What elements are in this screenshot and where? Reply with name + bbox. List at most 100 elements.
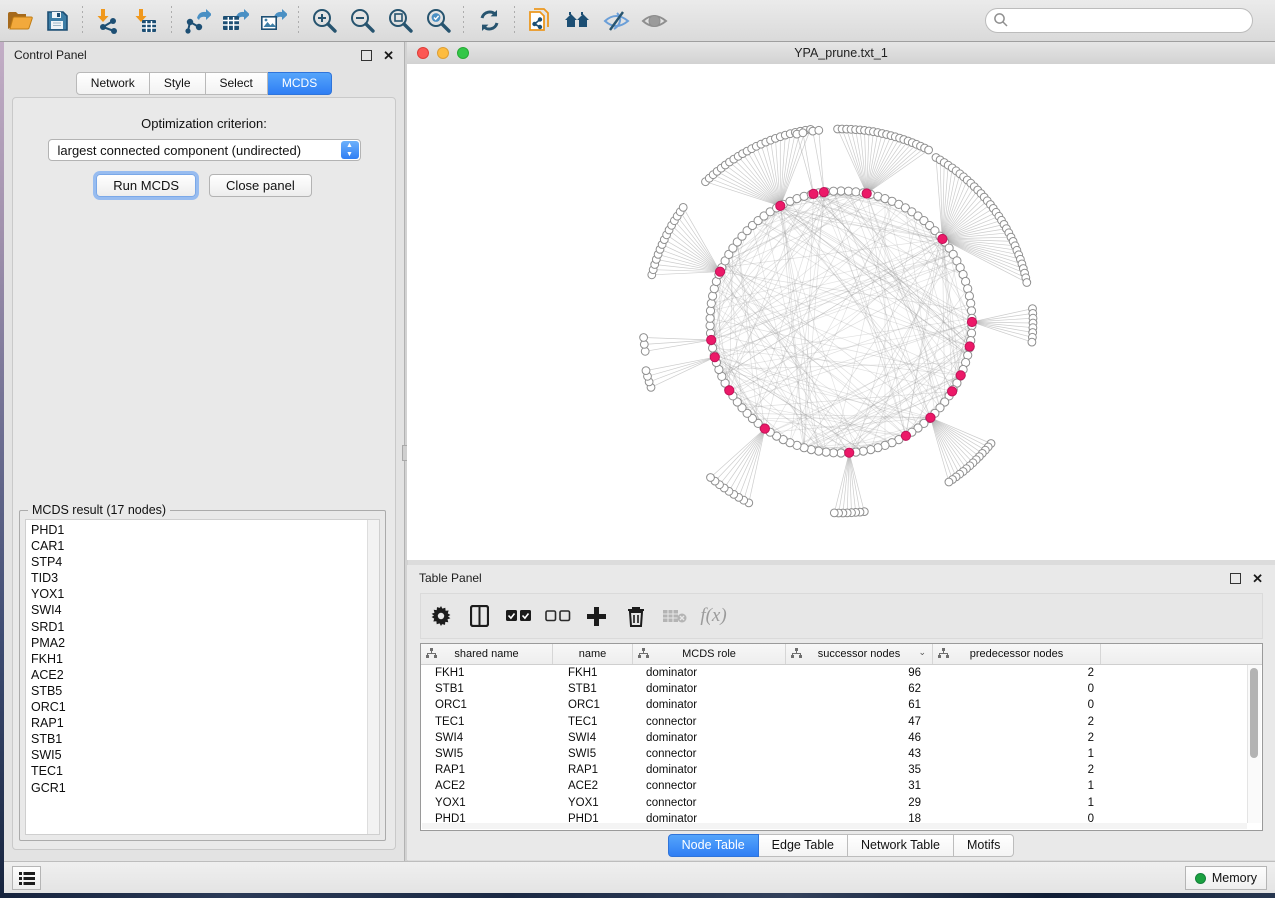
table-cell: ACE2 — [421, 780, 553, 792]
table-cell: STB1 — [553, 683, 633, 695]
column-header-name[interactable]: name — [553, 644, 633, 664]
network-title: YPA_prune.txt_1 — [794, 46, 888, 60]
table-row[interactable]: ACE2ACE2connector311 — [421, 778, 1262, 794]
mcds-result-item[interactable]: STB5 — [26, 683, 367, 699]
table-row[interactable]: RAP1RAP1dominator352 — [421, 762, 1262, 778]
table-cell: 2 — [933, 732, 1101, 744]
tab-mcds[interactable]: MCDS — [268, 72, 332, 95]
zoom-in-icon[interactable] — [305, 4, 343, 38]
tab-style[interactable]: Style — [150, 72, 206, 95]
mcds-result-item[interactable]: SWI4 — [26, 602, 367, 618]
table-cell: SWI5 — [421, 748, 553, 760]
mcds-result-item[interactable]: ORC1 — [26, 699, 367, 715]
memory-status-icon — [1195, 873, 1206, 884]
table-body[interactable]: FKH1FKH1dominator962STB1STB1dominator620… — [421, 665, 1262, 827]
show-graphics-details-icon[interactable] — [635, 4, 673, 38]
tab-motifs[interactable]: Motifs — [954, 834, 1014, 857]
open-session-icon[interactable] — [0, 4, 38, 38]
clear-table-icon[interactable] — [655, 597, 694, 635]
scrollbar-thumb[interactable] — [1250, 668, 1258, 758]
table-cell: YOX1 — [421, 797, 553, 809]
memory-button[interactable]: Memory — [1185, 866, 1267, 890]
run-mcds-button[interactable]: Run MCDS — [96, 174, 196, 197]
mcds-result-item[interactable]: STB1 — [26, 731, 367, 747]
zoom-out-icon[interactable] — [343, 4, 381, 38]
export-table-icon[interactable] — [216, 4, 254, 38]
add-column-icon[interactable] — [577, 597, 616, 635]
table-vertical-scrollbar[interactable] — [1247, 665, 1261, 823]
column-header-MCDS-role[interactable]: MCDS role — [633, 644, 786, 664]
zoom-fit-icon[interactable] — [381, 4, 419, 38]
mcds-result-list[interactable]: PHD1CAR1STP4TID3YOX1SWI4SRD1PMA2FKH1ACE2… — [26, 522, 367, 834]
import-network-icon[interactable] — [89, 4, 127, 38]
table-cell: connector — [633, 748, 786, 760]
table-horizontal-scrollbar[interactable] — [422, 823, 1247, 829]
mcds-result-item[interactable]: TEC1 — [26, 763, 367, 779]
table-row[interactable]: TEC1TEC1connector472 — [421, 714, 1262, 730]
float-table-panel-icon[interactable] — [1230, 573, 1241, 584]
select-all-rows-icon[interactable] — [499, 597, 538, 635]
tab-edge-table[interactable]: Edge Table — [759, 834, 848, 857]
table-row[interactable]: SWI4SWI4dominator462 — [421, 730, 1262, 746]
column-header-predecessor-nodes[interactable]: predecessor nodes — [933, 644, 1101, 664]
mcds-result-item[interactable]: GCR1 — [26, 780, 367, 796]
mcds-result-item[interactable]: TID3 — [26, 570, 367, 586]
table-cell: FKH1 — [421, 667, 553, 679]
mcds-result-item[interactable]: PHD1 — [26, 522, 367, 538]
table-row[interactable]: YOX1YOX1connector291 — [421, 795, 1262, 811]
table-cell: ORC1 — [421, 699, 553, 711]
window-minimize-icon[interactable] — [437, 47, 449, 59]
network-canvas[interactable] — [407, 64, 1275, 560]
table-cell: 0 — [933, 683, 1101, 695]
mcds-result-item[interactable]: SRD1 — [26, 619, 367, 635]
window-zoom-icon[interactable] — [457, 47, 469, 59]
table-row[interactable]: SWI5SWI5connector431 — [421, 746, 1262, 762]
table-row[interactable]: ORC1ORC1dominator610 — [421, 697, 1262, 713]
search-input[interactable] — [985, 8, 1253, 33]
table-cell: 43 — [786, 748, 933, 760]
column-chooser-icon[interactable] — [460, 597, 499, 635]
deselect-all-rows-icon[interactable] — [538, 597, 577, 635]
mcds-list-scrollbar[interactable] — [367, 520, 379, 834]
table-cell: TEC1 — [553, 716, 633, 728]
close-panel-button[interactable]: Close panel — [209, 174, 312, 197]
mcds-result-item[interactable]: CAR1 — [26, 538, 367, 554]
tab-select[interactable]: Select — [206, 72, 268, 95]
tab-node-table[interactable]: Node Table — [668, 834, 759, 857]
tab-network-table[interactable]: Network Table — [848, 834, 954, 857]
hide-graphics-details-icon[interactable] — [597, 4, 635, 38]
mcds-result-item[interactable]: YOX1 — [26, 586, 367, 602]
mcds-result-item[interactable]: FKH1 — [26, 651, 367, 667]
optimization-criterion-select[interactable]: largest connected component (undirected)… — [48, 139, 361, 161]
share-network-document-icon[interactable] — [521, 4, 559, 38]
mcds-result-item[interactable]: PMA2 — [26, 635, 367, 651]
mcds-result-item[interactable]: SWI5 — [26, 747, 367, 763]
close-table-panel-icon[interactable]: ✕ — [1252, 572, 1263, 585]
column-header-successor-nodes[interactable]: successor nodes⌄ — [786, 644, 933, 664]
function-builder-icon[interactable]: f(x) — [694, 597, 733, 635]
export-image-icon[interactable] — [254, 4, 292, 38]
table-settings-icon[interactable] — [421, 597, 460, 635]
toolbar-separator — [463, 6, 464, 36]
table-cell: connector — [633, 716, 786, 728]
network-overview-icon[interactable] — [559, 4, 597, 38]
zoom-selected-icon[interactable] — [419, 4, 457, 38]
table-row[interactable]: FKH1FKH1dominator962 — [421, 665, 1262, 681]
mcds-result-item[interactable]: ACE2 — [26, 667, 367, 683]
save-session-icon[interactable] — [38, 4, 76, 38]
refresh-icon[interactable] — [470, 4, 508, 38]
float-panel-icon[interactable] — [361, 50, 372, 61]
table-cell: dominator — [633, 667, 786, 679]
column-header-shared-name[interactable]: shared name — [421, 644, 553, 664]
magnifier-icon — [993, 12, 1009, 28]
window-close-icon[interactable] — [417, 47, 429, 59]
mcds-result-item[interactable]: STP4 — [26, 554, 367, 570]
export-network-icon[interactable] — [178, 4, 216, 38]
import-table-icon[interactable] — [127, 4, 165, 38]
table-row[interactable]: STB1STB1dominator620 — [421, 681, 1262, 697]
mcds-result-item[interactable]: RAP1 — [26, 715, 367, 731]
task-history-icon[interactable] — [12, 866, 41, 890]
delete-column-icon[interactable] — [616, 597, 655, 635]
close-panel-icon[interactable]: ✕ — [383, 49, 394, 62]
tab-network[interactable]: Network — [76, 72, 150, 95]
